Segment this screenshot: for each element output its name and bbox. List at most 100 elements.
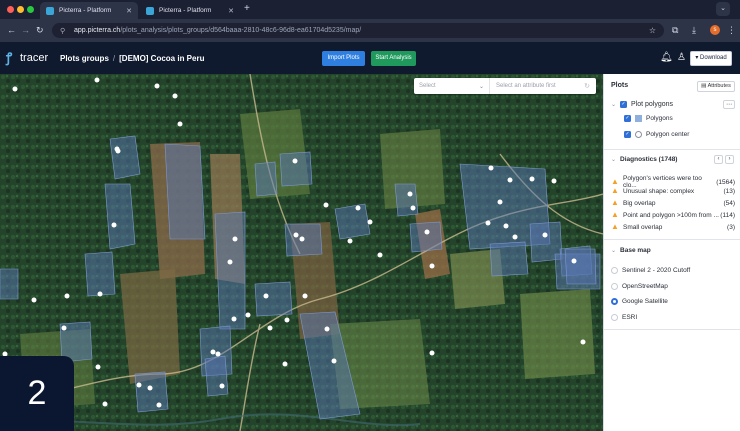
polygon-center-point[interactable]	[282, 361, 288, 367]
basemap-option-openstreetmap[interactable]: OpenStreetMap	[604, 283, 740, 290]
download-button[interactable]: ▾ Download	[690, 51, 732, 66]
basemap-radio-selected[interactable]	[611, 298, 618, 305]
bookmark-star-icon[interactable]: ☆	[649, 26, 656, 35]
import-plots-button[interactable]: Import Plots	[322, 51, 365, 66]
forward-arrow-icon[interactable]: →	[21, 25, 30, 35]
polygon-center-point[interactable]	[407, 191, 413, 197]
plot-polygon[interactable]	[254, 161, 278, 197]
browser-tab-2[interactable]: Picterra - Platform ✕	[140, 2, 240, 19]
plot-polygon[interactable]	[104, 183, 136, 250]
polygon-center-point[interactable]	[210, 349, 216, 355]
polygon-center-point[interactable]	[95, 364, 101, 370]
close-tab-icon[interactable]: ✕	[126, 7, 132, 15]
tab-list-chevron-icon[interactable]: ⌄	[716, 2, 730, 16]
polygon-center-point[interactable]	[367, 219, 373, 225]
chevron-left-icon[interactable]: ‹	[714, 155, 723, 164]
polygon-center-point[interactable]	[485, 220, 491, 226]
plot-polygon[interactable]	[164, 143, 206, 240]
layer-polygons[interactable]: ✓ Polygons	[604, 115, 740, 122]
polygon-center-point[interactable]	[503, 223, 509, 229]
basemap-option-sentinel[interactable]: Sentinel 2 - 2020 Cutoff	[604, 267, 740, 274]
plot-polygon[interactable]	[214, 211, 246, 330]
polygon-center-point[interactable]	[177, 121, 183, 127]
basemap-radio[interactable]	[611, 314, 618, 321]
more-options-icon[interactable]: ⋯	[723, 100, 735, 109]
polygon-center-checkbox[interactable]: ✓	[624, 131, 631, 138]
polygon-center-point[interactable]	[293, 232, 299, 238]
polygon-center-point[interactable]	[347, 238, 353, 244]
polygon-center-point[interactable]	[551, 178, 557, 184]
polygon-center-point[interactable]	[156, 402, 162, 408]
polygon-center-point[interactable]	[102, 401, 108, 407]
plot-polygon[interactable]	[254, 281, 293, 317]
minimize-window-button[interactable]	[17, 6, 24, 13]
layer-polygon-center[interactable]: ✓ Polygon center	[604, 131, 740, 138]
polygon-center-point[interactable]	[94, 77, 100, 83]
plot-polygon[interactable]	[394, 183, 419, 217]
site-info-icon[interactable]: ⚲	[60, 27, 68, 35]
chevron-right-icon[interactable]: ›	[725, 155, 734, 164]
tracer-logo[interactable]: ꝭ tracer	[6, 51, 48, 65]
filter-select[interactable]: Select ⌄	[414, 78, 490, 94]
polygon-center-point[interactable]	[507, 177, 513, 183]
polygon-center-point[interactable]	[232, 236, 238, 242]
polygon-center-point[interactable]	[111, 222, 117, 228]
polygon-center-point[interactable]	[302, 293, 308, 299]
notifications-bell-icon[interactable]: 🔔︎	[660, 52, 673, 64]
plot-polygon[interactable]	[204, 355, 229, 397]
extensions-icon[interactable]: ⧉	[672, 25, 678, 35]
polygon-center-point[interactable]	[284, 317, 290, 323]
polygon-center-point[interactable]	[267, 325, 273, 331]
polygon-center-point[interactable]	[97, 291, 103, 297]
polygon-center-point[interactable]	[429, 350, 435, 356]
map-canvas[interactable]	[0, 74, 603, 431]
polygon-center-point[interactable]	[529, 176, 535, 182]
plot-polygon[interactable]	[409, 221, 443, 253]
plot-polygon[interactable]	[564, 248, 597, 285]
reload-icon[interactable]: ↻	[36, 25, 44, 35]
satellite-map[interactable]: Select ⌄ Select an attribute first ↻	[0, 74, 603, 431]
polygon-center-point[interactable]	[64, 293, 70, 299]
polygon-center-point[interactable]	[299, 236, 305, 242]
plot-polygon[interactable]	[0, 268, 19, 300]
polygon-center-point[interactable]	[219, 383, 225, 389]
diagnostic-item[interactable]: ▲ Big overlap (54)	[604, 199, 740, 207]
plot-polygons-group[interactable]: ⌄ ✓ Plot polygons ⋯	[604, 100, 740, 109]
polygon-center-point[interactable]	[488, 165, 494, 171]
polygon-center-point[interactable]	[377, 252, 383, 258]
close-window-button[interactable]	[7, 6, 14, 13]
plot-polygon[interactable]	[84, 251, 116, 297]
breadcrumb-plots-groups[interactable]: Plots groups	[60, 54, 109, 63]
polygon-center-point[interactable]	[331, 358, 337, 364]
diagnostic-item[interactable]: ▲ Unusual shape: complex (13)	[604, 187, 740, 195]
polygon-center-point[interactable]	[323, 202, 329, 208]
polygon-center-point[interactable]	[136, 382, 142, 388]
chevron-down-icon[interactable]: ⌄	[611, 101, 616, 108]
basemap-radio[interactable]	[611, 267, 618, 274]
polygon-center-point[interactable]	[147, 385, 153, 391]
basemap-option-esri[interactable]: ESRI	[604, 314, 740, 321]
polygon-center-point[interactable]	[12, 86, 18, 92]
download-icon[interactable]: ⤓	[692, 25, 696, 35]
plot-polygon[interactable]	[489, 241, 529, 277]
start-analysis-button[interactable]: Start Analysis	[371, 51, 416, 66]
maximize-window-button[interactable]	[27, 6, 34, 13]
polygon-center-point[interactable]	[263, 293, 269, 299]
polygon-center-point[interactable]	[429, 263, 435, 269]
polygon-center-point[interactable]	[497, 199, 503, 205]
polygon-center-point[interactable]	[571, 258, 577, 264]
polygon-center-point[interactable]	[31, 297, 37, 303]
polygon-center-point[interactable]	[115, 148, 121, 154]
back-arrow-icon[interactable]: ←	[7, 25, 16, 35]
polygon-center-point[interactable]	[355, 205, 361, 211]
polygon-center-point[interactable]	[580, 339, 586, 345]
plot-polygon[interactable]	[134, 371, 169, 413]
base-map-header[interactable]: ⌄ Base map	[604, 247, 740, 254]
plot-polygon[interactable]	[109, 135, 141, 180]
polygon-center-point[interactable]	[172, 93, 178, 99]
refresh-icon[interactable]: ↻	[584, 82, 590, 90]
close-tab-icon[interactable]: ✕	[228, 7, 234, 15]
polygon-center-point[interactable]	[227, 259, 233, 265]
diagnostic-item[interactable]: ▲ Small overlap (3)	[604, 223, 740, 231]
browser-menu-icon[interactable]: ⋮	[727, 25, 736, 35]
